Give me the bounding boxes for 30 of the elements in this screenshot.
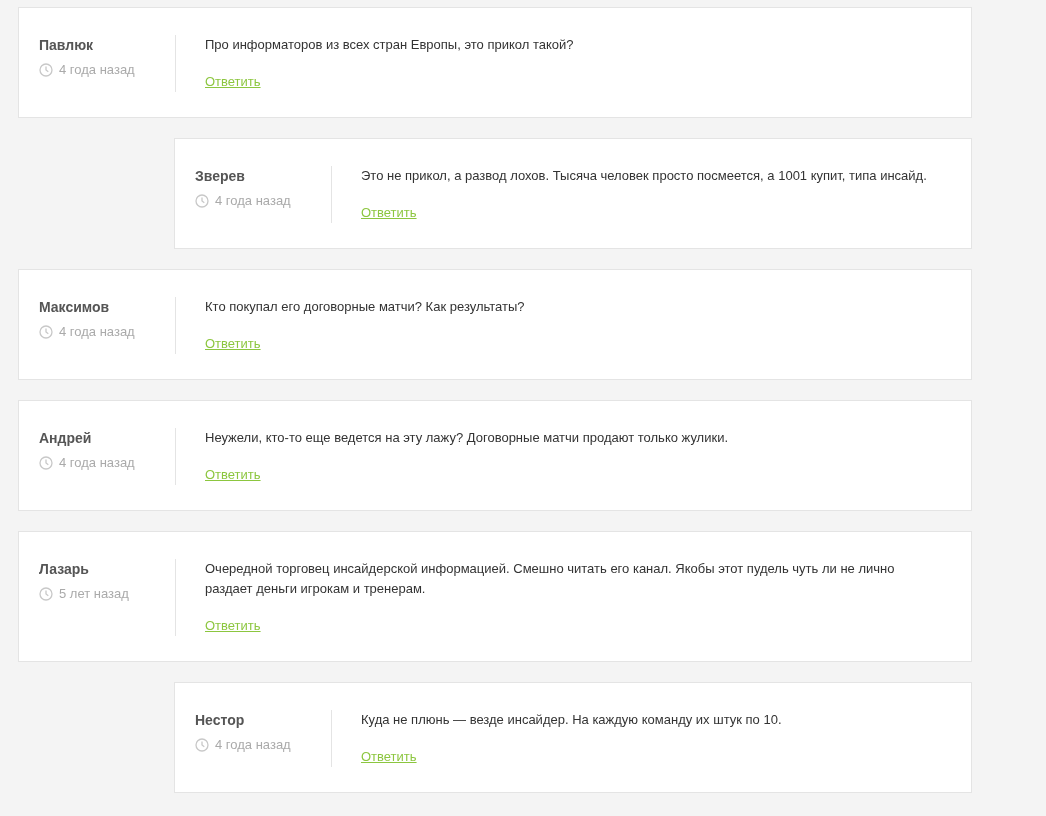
reply-link[interactable]: Ответить bbox=[205, 616, 261, 636]
author-name: Зверев bbox=[195, 167, 246, 185]
comment-time: 4 года назад bbox=[215, 192, 291, 210]
clock-icon bbox=[39, 587, 53, 601]
comment-time: 4 года назад bbox=[59, 454, 135, 472]
comment-text: Про информаторов из всех стран Европы, это прикол такой? bbox=[205, 36, 574, 54]
comment-text: Это не прикол, а развод лохов. Тысяча человек просто посмеется, а 1001 купит, типа инсайд. bbox=[361, 167, 927, 185]
reply-link[interactable]: Ответить bbox=[361, 747, 417, 767]
reply-link[interactable]: Ответить bbox=[205, 72, 261, 92]
comment-time: 4 года назад bbox=[215, 736, 291, 754]
author-name: Андрей bbox=[39, 429, 93, 447]
comment-text: Неужели, кто-то еще ведется на эту лажу? Договорные матчи продают только жулики. bbox=[205, 429, 729, 447]
author-name: Павлюк bbox=[39, 36, 95, 54]
reply-link[interactable]: Ответить bbox=[205, 465, 261, 485]
clock-icon bbox=[39, 456, 53, 470]
comment-time: 4 года назад bbox=[59, 323, 135, 341]
reply-link[interactable]: Ответить bbox=[205, 334, 261, 354]
comment-text: Очередной торговец инсайдерской информацией. Смешно читать его канал. Якобы этот пудель чуть ли не лично раздает деньги игрокам и тренерам. bbox=[205, 560, 896, 598]
author-name: Лазарь bbox=[39, 560, 90, 578]
author-name: Нестор bbox=[195, 711, 246, 729]
clock-icon bbox=[195, 194, 209, 208]
comment-text: Кто покупал его договорные матчи? Как результаты? bbox=[205, 298, 525, 316]
clock-icon bbox=[195, 738, 209, 752]
comment-text: Куда не плюнь — везде инсайдер. На каждую команду их штук по 10. bbox=[361, 711, 782, 729]
author-name: Максимов bbox=[39, 298, 111, 316]
clock-icon bbox=[39, 63, 53, 77]
clock-icon bbox=[39, 325, 53, 339]
comment-time: 5 лет назад bbox=[59, 585, 129, 603]
comment-time: 4 года назад bbox=[59, 61, 135, 79]
reply-link[interactable]: Ответить bbox=[361, 203, 417, 223]
